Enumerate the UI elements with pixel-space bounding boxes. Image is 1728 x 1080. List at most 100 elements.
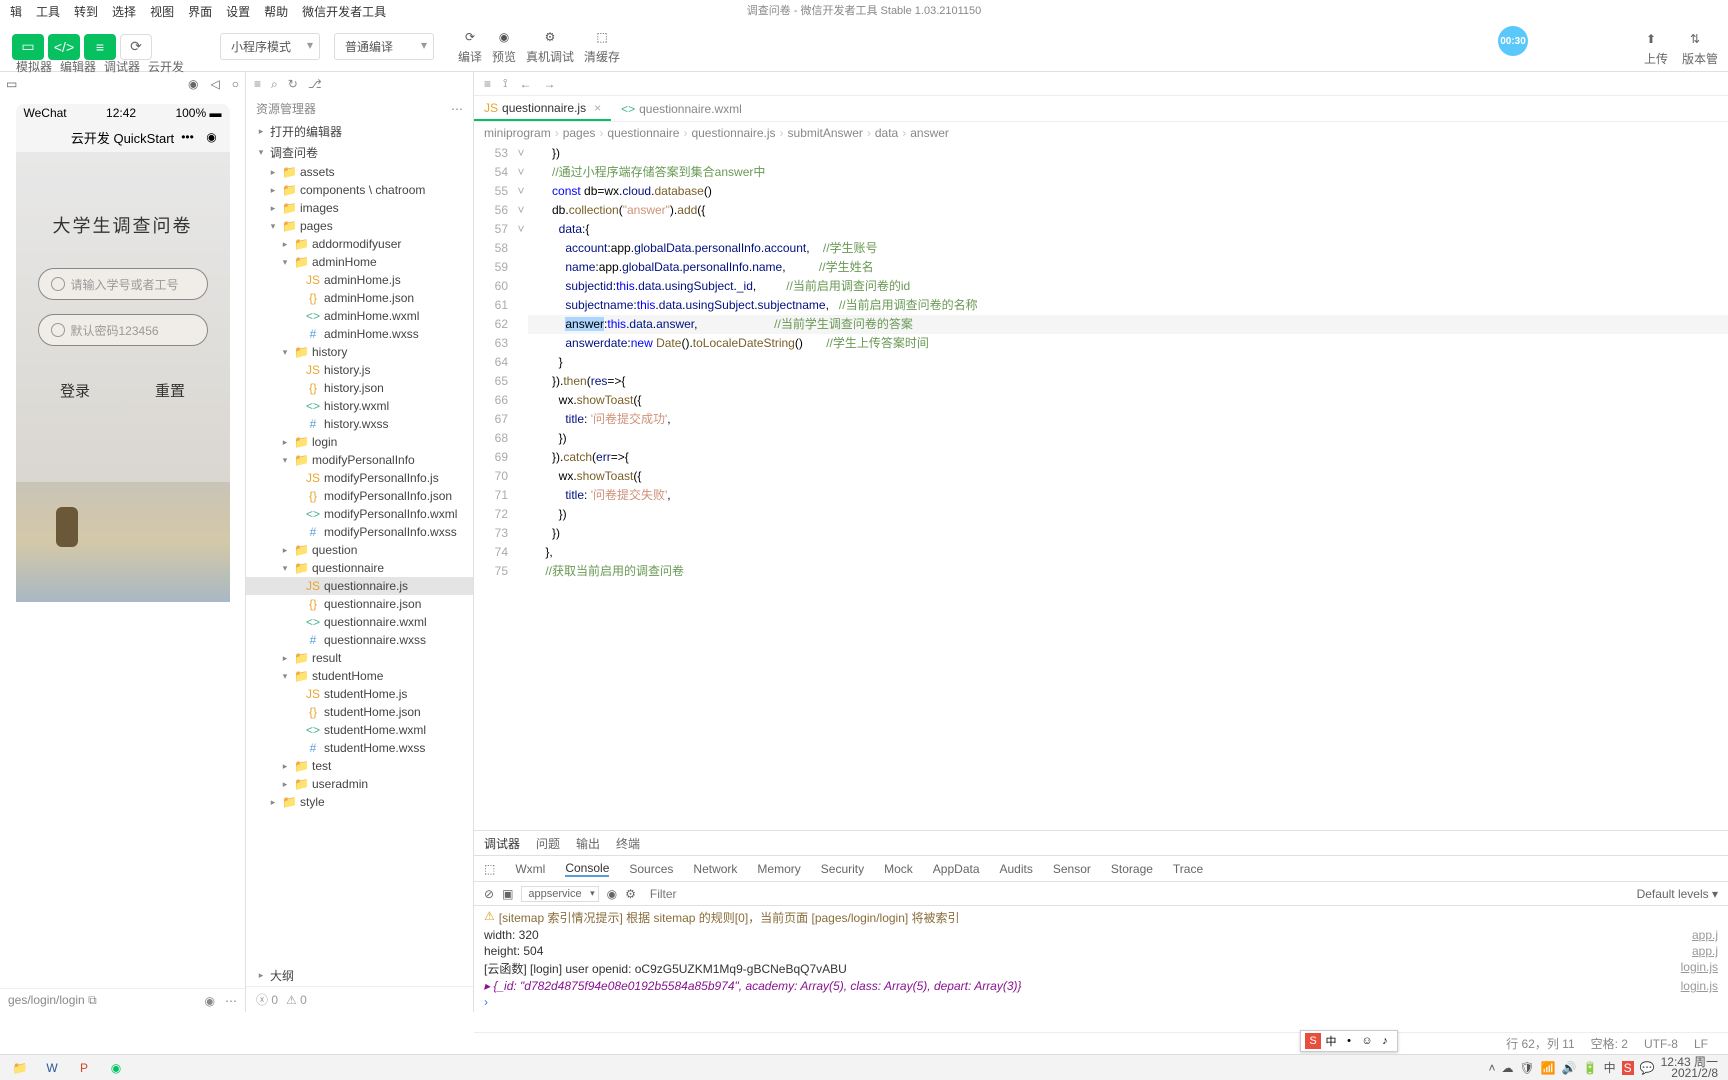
folder-adminHome[interactable]: ▾📁adminHome [246,253,473,271]
cloud-dev-button[interactable]: ⟳ [120,34,152,60]
bookmark-icon[interactable]: ⟟ [503,76,507,91]
folder-addormodifyuser[interactable]: ▸📁addormodifyuser [246,235,473,253]
folder-useradmin[interactable]: ▸📁useradmin [246,775,473,793]
code-line-54[interactable]: //通过小程序端存储答案到集合answer中 [528,163,1728,182]
file-questionnaire.json[interactable]: {}questionnaire.json [246,595,473,613]
folder-test[interactable]: ▸📁test [246,757,473,775]
file-history.json[interactable]: {}history.json [246,379,473,397]
breadcrumb-miniprogram[interactable]: miniprogram [484,126,551,140]
code-line-61[interactable]: subjectname:this.data.usingSubject.subje… [528,296,1728,315]
ime-floating-bar[interactable]: S中•☺♪ [1300,1030,1398,1052]
gear-icon[interactable]: ⚙ [625,887,636,901]
source-link[interactable]: login.js [1681,979,1718,993]
folder-images[interactable]: ▸📁images [246,199,473,217]
devtools-Trace[interactable]: Trace [1173,862,1203,876]
indent-setting[interactable]: 空格: 2 [1591,1035,1628,1052]
source-link[interactable]: app.j [1692,928,1718,942]
source-link[interactable]: login.js [1681,960,1718,974]
breadcrumb-questionnaire[interactable]: questionnaire [607,126,679,140]
code-line-53[interactable]: }) [528,144,1728,163]
tray-wifi-icon[interactable]: 📶 [1541,1061,1556,1075]
devtools-Storage[interactable]: Storage [1111,862,1153,876]
menu-goto[interactable]: 转到 [74,3,98,20]
password-input[interactable]: 默认密码123456 [38,314,208,346]
file-adminHome.wxss[interactable]: #adminHome.wxss [246,325,473,343]
target-icon[interactable]: ◉ [204,129,220,145]
search-icon[interactable]: ⌕ [271,77,278,92]
tray-security-icon[interactable]: 🛡 [1520,1061,1535,1075]
login-button[interactable]: 登录 [60,380,90,401]
tray-battery-icon[interactable]: 🔋 [1583,1061,1598,1075]
nav-back-icon[interactable]: ← [519,77,531,91]
devtools-Mock[interactable]: Mock [884,862,913,876]
code-line-67[interactable]: title: '问卷提交成功', [528,410,1728,429]
folder-components \ chatroom[interactable]: ▸📁components \ chatroom [246,181,473,199]
devtools-Security[interactable]: Security [821,862,864,876]
folder-question[interactable]: ▸📁question [246,541,473,559]
debug-tab-问题[interactable]: 问题 [536,835,560,852]
code-line-65[interactable]: }).then(res=>{ [528,372,1728,391]
source-link[interactable]: app.j [1692,944,1718,958]
tray-sogou-icon[interactable]: S [1622,1061,1634,1075]
folder-history[interactable]: ▾📁history [246,343,473,361]
cursor-position[interactable]: 行 62，列 11 [1506,1035,1574,1052]
username-input[interactable]: 请输入学号或者工号 [38,268,208,300]
clock[interactable]: 12:43 周一 2021/2/8 [1661,1057,1722,1079]
tray-onedrive-icon[interactable]: ☁ [1502,1061,1514,1075]
folder-modifyPersonalInfo[interactable]: ▾📁modifyPersonalInfo [246,451,473,469]
context-select[interactable]: appservice [521,886,598,902]
project-root[interactable]: ▾调查问卷 [246,142,473,163]
code-line-60[interactable]: subjectid:this.data.usingSubject._id, //… [528,277,1728,296]
file-adminHome.json[interactable]: {}adminHome.json [246,289,473,307]
file-adminHome.js[interactable]: JSadminHome.js [246,271,473,289]
code-line-55[interactable]: const db=wx.cloud.database() [528,182,1728,201]
realdevice-icon[interactable]: ⚙ [540,28,560,46]
refresh-icon[interactable]: ↻ [288,77,298,91]
powerpoint-icon[interactable]: P [70,1057,98,1079]
close-icon[interactable]: × [594,101,601,115]
tray-ime-zh-icon[interactable]: 中 [1604,1059,1616,1076]
device-icon[interactable]: ▭ [6,77,17,91]
code-line-71[interactable]: title: '问卷提交失败', [528,486,1728,505]
file-modifyPersonalInfo.wxss[interactable]: #modifyPersonalInfo.wxss [246,523,473,541]
code-line-72[interactable]: }) [528,505,1728,524]
devtools-Network[interactable]: Network [693,862,737,876]
editor-button[interactable]: </> [48,34,80,60]
folder-questionnaire[interactable]: ▾📁questionnaire [246,559,473,577]
breadcrumb-submitAnswer[interactable]: submitAnswer [788,126,863,140]
outline[interactable]: ▸大纲 [246,965,473,986]
branch-icon[interactable]: ⎇ [308,77,322,91]
devtools-Audits[interactable]: Audits [1000,862,1033,876]
code-line-75[interactable]: //获取当前启用的调查问卷 [528,562,1728,581]
devtools-Console[interactable]: Console [565,861,609,877]
code-line-66[interactable]: wx.showToast({ [528,391,1728,410]
file-studentHome.json[interactable]: {}studentHome.json [246,703,473,721]
tab-questionnaire.js[interactable]: JSquestionnaire.js× [474,97,611,121]
console-filter[interactable] [644,886,944,902]
version-icon[interactable]: ⇅ [1690,32,1710,50]
nav-fwd-icon[interactable]: → [543,77,555,91]
eol[interactable]: LF [1694,1037,1708,1051]
reset-button[interactable]: 重置 [155,380,185,401]
compile-icon[interactable]: ⟳ [460,28,480,46]
code-line-58[interactable]: account:app.globalData.personalInfo.acco… [528,239,1728,258]
code-line-70[interactable]: wx.showToast({ [528,467,1728,486]
tab-questionnaire.wxml[interactable]: <>questionnaire.wxml [611,98,752,120]
code-line-69[interactable]: }).catch(err=>{ [528,448,1728,467]
inspect-icon[interactable]: ⬚ [484,862,495,876]
file-studentHome.js[interactable]: JSstudentHome.js [246,685,473,703]
folder-pages[interactable]: ▾📁pages [246,217,473,235]
list-icon[interactable]: ≡ [254,77,261,91]
mode-select[interactable]: 小程序模式 [220,33,320,60]
opened-editors[interactable]: ▸打开的编辑器 [246,121,473,142]
code-line-56[interactable]: db.collection("answer").add({ [528,201,1728,220]
code-line-63[interactable]: answerdate:new Date().toLocaleDateString… [528,334,1728,353]
file-modifyPersonalInfo.json[interactable]: {}modifyPersonalInfo.json [246,487,473,505]
compile-select[interactable]: 普通编译 [334,33,434,60]
code-line-73[interactable]: }) [528,524,1728,543]
file-modifyPersonalInfo.js[interactable]: JSmodifyPersonalInfo.js [246,469,473,487]
record-icon[interactable]: ◉ [188,77,198,91]
top-icon[interactable]: ▣ [502,887,513,901]
code-line-57[interactable]: data:{ [528,220,1728,239]
encoding[interactable]: UTF-8 [1644,1037,1678,1051]
